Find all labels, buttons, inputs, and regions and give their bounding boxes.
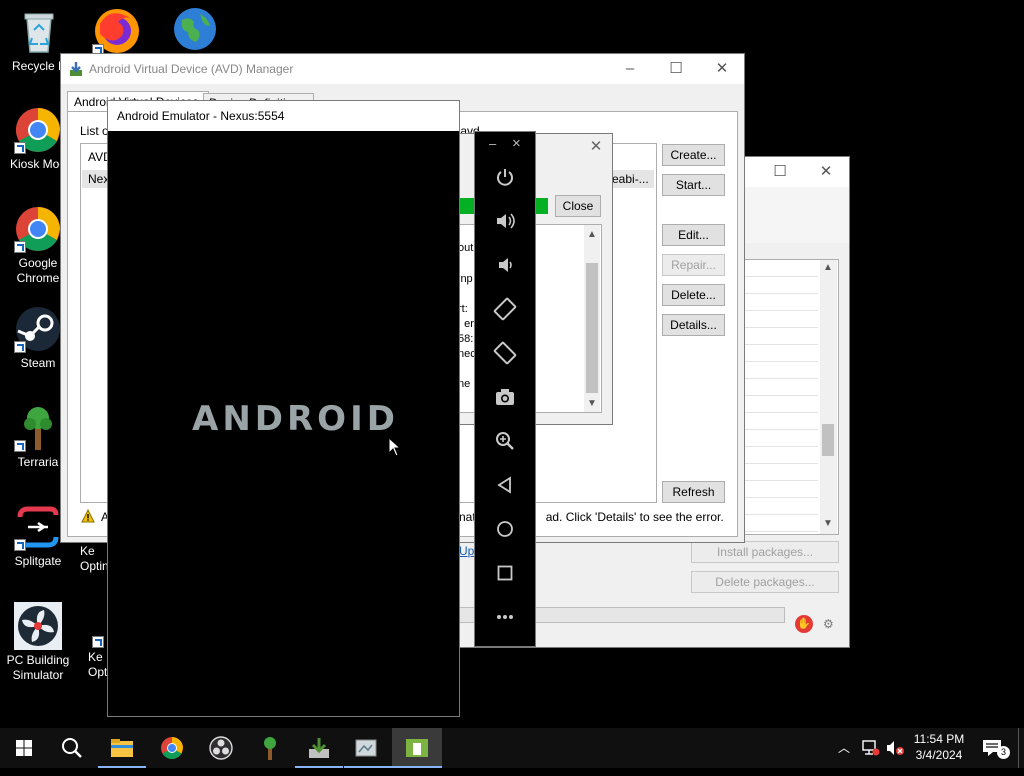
shortcut-icon <box>92 636 104 648</box>
chrome-icon <box>14 205 62 253</box>
fan-icon <box>14 602 62 650</box>
rotate-right-icon[interactable] <box>475 335 535 371</box>
more-icon[interactable] <box>475 599 535 635</box>
emulator-taskbar-icon[interactable] <box>392 728 442 768</box>
scroll-thumb[interactable] <box>822 424 834 456</box>
desktop-icon-label: PC Building Simulator <box>6 653 70 682</box>
toolbar-minimize-icon[interactable]: – <box>489 136 496 151</box>
list-label: List o <box>80 124 109 138</box>
clock-time: 11:54 PM <box>913 732 965 746</box>
emulator-titlebar[interactable]: Android Emulator - Nexus:5554 <box>108 101 459 131</box>
maximize-icon[interactable]: ☐ <box>757 157 803 187</box>
log-line: out <box>458 242 474 254</box>
log-line: inp <box>458 273 473 285</box>
zoom-icon[interactable] <box>475 423 535 459</box>
terraria-taskbar-icon[interactable] <box>246 728 294 768</box>
overview-icon[interactable] <box>475 555 535 591</box>
close-icon[interactable]: ✕ <box>581 134 611 160</box>
window-title: Android Virtual Device (AVD) Manager <box>89 62 294 76</box>
mouse-cursor <box>388 436 402 457</box>
delete-packages-button[interactable]: Delete packages... <box>691 571 839 593</box>
file-explorer-icon[interactable] <box>98 728 146 768</box>
scroll-thumb[interactable] <box>586 263 598 393</box>
table-scrollbar[interactable]: ▲ ▼ <box>820 260 837 534</box>
search-icon[interactable] <box>48 728 96 768</box>
emulator-title: Android Emulator - Nexus:5554 <box>117 109 285 123</box>
emulator-window[interactable]: Android Emulator - Nexus:5554 ANDROID <box>107 100 460 717</box>
volume-down-icon[interactable] <box>475 247 535 283</box>
globe-icon[interactable] <box>172 6 218 52</box>
create-button[interactable]: Create... <box>662 144 725 166</box>
notification-count-badge: 3 <box>997 746 1010 759</box>
tree-icon <box>14 404 62 452</box>
emulator-toolbar[interactable]: – × <box>474 131 536 647</box>
scroll-up-icon[interactable]: ▲ <box>823 262 833 273</box>
start-button[interactable]: Start... <box>662 174 725 196</box>
camera-icon[interactable] <box>475 379 535 415</box>
volume-muted-icon[interactable] <box>886 728 906 768</box>
steam-icon <box>14 305 62 353</box>
notifications-icon[interactable]: 3 <box>982 728 1010 768</box>
log-icon[interactable]: ⚙ <box>823 617 834 631</box>
desktop-icon-label: Splitgate <box>14 554 62 568</box>
delete-button[interactable]: Delete... <box>662 284 725 306</box>
start-button[interactable] <box>0 728 48 768</box>
chrome-taskbar-icon[interactable] <box>148 728 196 768</box>
volume-up-icon[interactable] <box>475 203 535 239</box>
taskbar: ︿ 11:54 PM 3/4/2024 3 <box>0 728 1024 768</box>
clock[interactable]: 11:54 PM 3/4/2024 <box>910 728 968 768</box>
firefox-icon[interactable] <box>92 6 142 56</box>
minimize-icon[interactable]: – <box>607 54 653 84</box>
warning-icon <box>81 508 95 523</box>
repair-button[interactable]: Repair... <box>662 254 725 276</box>
details-button[interactable]: Details... <box>662 314 725 336</box>
back-icon[interactable] <box>475 467 535 503</box>
desktop-icon-pc-building-simulator[interactable]: PC Building Simulator <box>0 602 76 683</box>
log-scrollbar[interactable]: ▲ ▼ <box>584 225 600 412</box>
recycle-bin-icon <box>15 8 63 56</box>
rotate-left-icon[interactable] <box>475 291 535 327</box>
power-icon[interactable] <box>475 159 535 195</box>
home-icon[interactable] <box>475 511 535 547</box>
edit-button[interactable]: Edit... <box>662 224 725 246</box>
maximize-icon[interactable]: ☐ <box>653 54 699 84</box>
toolbar-close-icon[interactable]: × <box>512 135 521 152</box>
stop-icon[interactable]: ✋ <box>795 615 813 633</box>
scroll-down-icon[interactable]: ▼ <box>587 396 597 411</box>
obs-icon[interactable] <box>197 728 245 768</box>
splitgate-icon <box>14 503 62 551</box>
close-icon[interactable]: ✕ <box>803 157 849 187</box>
refresh-button[interactable]: Refresh <box>662 481 725 503</box>
chrome-icon <box>14 106 62 154</box>
row-abi: eabi-... <box>612 172 649 186</box>
install-packages-button[interactable]: Install packages... <box>691 541 839 563</box>
close-icon[interactable]: ✕ <box>699 54 745 84</box>
avd-manager-titlebar[interactable]: Android Virtual Device (AVD) Manager – ☐… <box>61 54 744 84</box>
sdk-manager-taskbar-icon[interactable] <box>295 728 343 768</box>
scroll-up-icon[interactable]: ▲ <box>587 227 597 242</box>
show-desktop-button[interactable] <box>1018 728 1024 768</box>
clock-date: 3/4/2024 <box>915 748 963 762</box>
android-boot-logo: ANDROID <box>192 399 399 439</box>
avd-manager-taskbar-icon[interactable] <box>344 728 392 768</box>
tray-chevron-icon[interactable]: ︿ <box>838 728 854 768</box>
emulator-screen[interactable]: ANDROID <box>108 131 459 716</box>
scroll-down-icon[interactable]: ▼ <box>823 518 833 529</box>
avd-manager-app-icon <box>69 61 83 77</box>
network-icon[interactable] <box>862 728 882 768</box>
launch-close-button[interactable]: Close <box>555 195 601 217</box>
